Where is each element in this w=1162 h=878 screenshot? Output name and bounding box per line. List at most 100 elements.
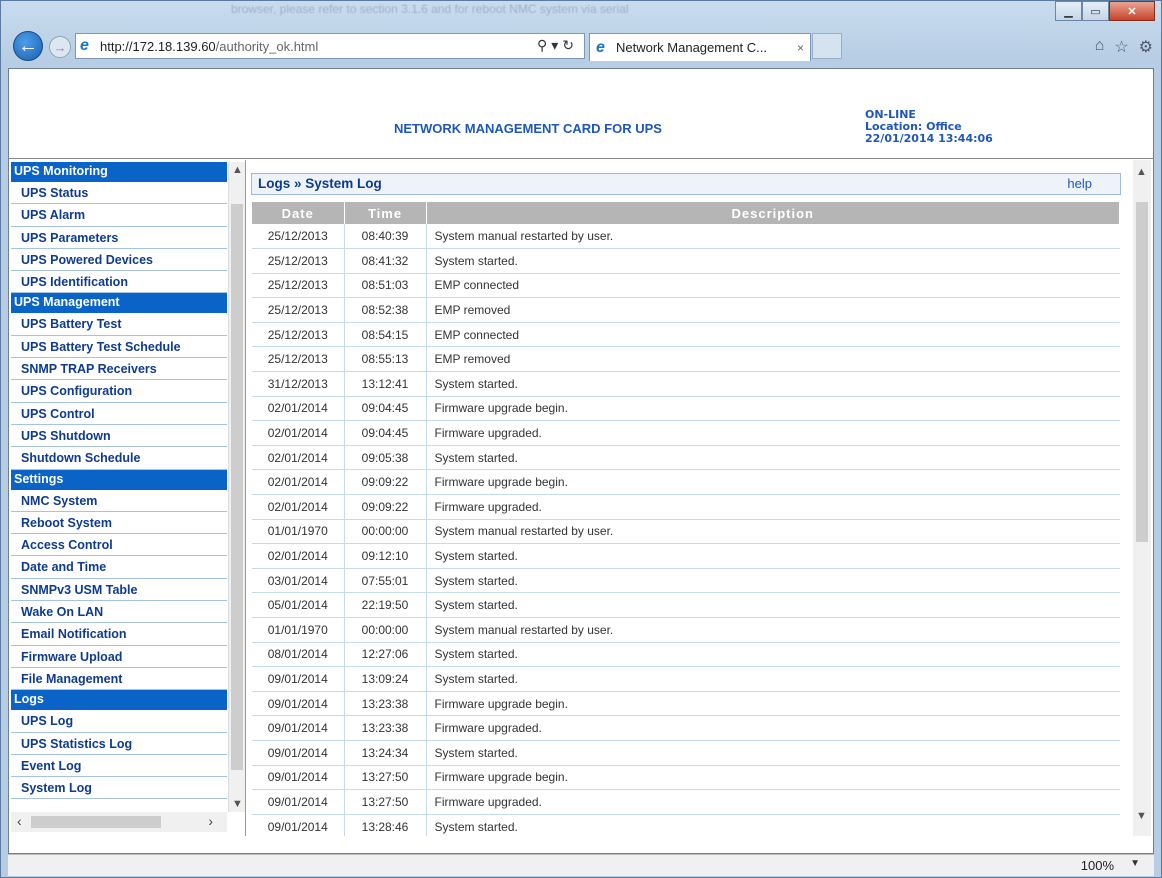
scroll-thumb[interactable] [31, 816, 161, 828]
help-link[interactable]: help [1067, 174, 1092, 194]
table-row: 02/01/2014 09:04:45 Firmware upgrade begin… [252, 396, 1120, 422]
log-description: EMP connected [426, 273, 1120, 299]
table-row: 09/01/2014 13:27:50 Firmware upgraded. [252, 789, 1120, 815]
table-row: 09/01/2014 13:24:34 System started. [252, 740, 1120, 766]
sidebar-item[interactable]: SNMPv3 USM Table [11, 579, 227, 602]
log-description: Firmware upgrade begin. [426, 765, 1120, 791]
maximize-icon[interactable]: ▭ [1082, 1, 1109, 21]
minimize-icon[interactable]: ▁ [1055, 1, 1082, 21]
sidebar-item[interactable]: UPS Battery Test [11, 313, 227, 336]
sidebar-item[interactable]: UPS Log [11, 710, 227, 733]
log-date: 02/01/2014 [252, 445, 345, 471]
scroll-down-icon[interactable]: ▼ [232, 798, 243, 810]
log-date: 09/01/2014 [252, 715, 345, 741]
log-date: 25/12/2013 [252, 224, 345, 250]
scroll-left-icon[interactable]: ‹ [17, 813, 22, 829]
menu-section-header[interactable]: Logs [11, 690, 227, 711]
gear-icon[interactable]: ⚙ [1139, 37, 1153, 57]
sidebar-item[interactable]: Email Notification [11, 623, 227, 646]
log-description: System started. [426, 445, 1120, 471]
menu-section-header[interactable]: UPS Management [11, 293, 227, 314]
log-description: System started. [426, 814, 1120, 836]
favorites-icon[interactable]: ☆ [1114, 37, 1128, 57]
log-time: 08:52:38 [344, 297, 427, 323]
menu-section-header[interactable]: UPS Monitoring [11, 162, 227, 182]
log-date: 09/01/2014 [252, 814, 345, 836]
log-time: 13:27:50 [344, 789, 427, 815]
log-description: Firmware upgrade begin. [426, 691, 1120, 717]
address-bar[interactable]: e http://172.18.139.60/authority_ok.html… [75, 33, 585, 59]
sidebar-item[interactable]: Wake On LAN [11, 601, 227, 624]
sidebar-item[interactable]: UPS Battery Test Schedule [11, 336, 227, 359]
log-time: 09:09:22 [344, 469, 427, 496]
log-description: System manual restarted by user. [426, 224, 1120, 250]
sidebar-item[interactable]: UPS Identification [11, 271, 227, 294]
sidebar-item[interactable]: UPS Statistics Log [11, 733, 227, 755]
menu-section-header[interactable]: Settings [11, 469, 227, 490]
sidebar-item[interactable]: Date and Time [11, 556, 227, 579]
home-icon[interactable]: ⌂ [1095, 37, 1105, 57]
search-refresh-icon[interactable]: ⚲▾↻ [537, 37, 578, 54]
navigation-bar: ← → e http://172.18.139.60/authority_ok.… [1, 27, 1162, 69]
sidebar-item[interactable]: Access Control [11, 534, 227, 557]
sidebar-item[interactable]: UPS Powered Devices [11, 249, 227, 272]
log-description: Firmware upgraded. [426, 715, 1120, 741]
log-date: 02/01/2014 [252, 494, 345, 520]
content-vertical-scrollbar[interactable]: ▲ ▼ [1133, 160, 1151, 836]
tab-close-icon[interactable]: × [797, 41, 804, 55]
log-description: Firmware upgrade begin. [426, 469, 1120, 496]
url-path: /authority_ok.html [215, 38, 319, 54]
sidebar-item[interactable]: SNMP TRAP Receivers [11, 358, 227, 381]
zoom-level[interactable]: 100% [1081, 858, 1114, 873]
table-row: 09/01/2014 13:23:38 Firmware upgrade begin… [252, 691, 1120, 717]
scroll-up-icon[interactable]: ▲ [1136, 166, 1147, 178]
table-row: 02/01/2014 09:09:22 Firmware upgrade begin… [252, 469, 1120, 496]
sidebar-item[interactable]: UPS Configuration [11, 380, 227, 403]
breadcrumb-text: Logs » System Log [258, 176, 382, 191]
close-icon[interactable]: ✕ [1109, 1, 1155, 21]
scroll-thumb[interactable] [1136, 202, 1148, 542]
log-description: System started. [426, 592, 1120, 618]
browser-tab[interactable]: e Network Management C... × [589, 33, 811, 61]
log-date: 01/01/1970 [252, 617, 345, 643]
scroll-thumb[interactable] [231, 204, 243, 770]
forward-icon[interactable]: → [49, 36, 71, 58]
scroll-right-icon[interactable]: › [208, 813, 213, 829]
menu-vertical-scrollbar[interactable]: ▲ ▼ [228, 162, 245, 812]
sidebar-item[interactable]: UPS Shutdown [11, 425, 227, 448]
scroll-down-icon[interactable]: ▼ [1136, 810, 1147, 822]
sidebar-item[interactable]: UPS Alarm [11, 204, 227, 227]
table-row: 09/01/2014 13:28:46 System started. [252, 814, 1120, 836]
scroll-up-icon[interactable]: ▲ [232, 164, 243, 176]
new-tab-button[interactable] [812, 33, 842, 59]
sidebar-item[interactable]: System Log [11, 777, 227, 800]
menu-horizontal-scrollbar[interactable]: ‹ › [11, 812, 227, 832]
chevron-down-icon[interactable]: ▼ [1130, 858, 1140, 869]
log-time: 12:27:06 [344, 642, 427, 668]
column-date: Date [252, 202, 345, 224]
sidebar-item[interactable]: File Management [11, 668, 227, 691]
sidebar-item[interactable]: UPS Parameters [11, 227, 227, 249]
table-row: 02/01/2014 09:09:22 Firmware upgraded. [252, 494, 1120, 520]
tab-title: Network Management C... [616, 40, 768, 55]
log-time: 08:41:32 [344, 248, 427, 274]
log-description: System started. [426, 740, 1120, 766]
log-description: EMP removed [426, 297, 1120, 323]
sidebar-item[interactable]: Shutdown Schedule [11, 447, 227, 470]
log-date: 25/12/2013 [252, 273, 345, 299]
system-log-table: Date Time Description 25/12/2013 08:40:39… [252, 202, 1120, 836]
sidebar-item[interactable]: Reboot System [11, 512, 227, 535]
log-time: 00:00:00 [344, 617, 427, 643]
breadcrumb: Logs » System Log help [251, 173, 1121, 195]
sidebar-item[interactable]: UPS Control [11, 403, 227, 425]
log-time: 08:55:13 [344, 346, 427, 373]
back-icon[interactable]: ← [13, 31, 43, 61]
sidebar-item[interactable]: NMC System [11, 490, 227, 512]
sidebar-item[interactable]: Firmware Upload [11, 646, 227, 668]
ie-page-icon: e [80, 37, 89, 54]
sidebar-item[interactable]: UPS Status [11, 182, 227, 205]
table-row: 09/01/2014 13:09:24 System started. [252, 666, 1120, 692]
log-date: 08/01/2014 [252, 642, 345, 668]
log-date: 01/01/1970 [252, 519, 345, 545]
sidebar-item[interactable]: Event Log [11, 755, 227, 778]
